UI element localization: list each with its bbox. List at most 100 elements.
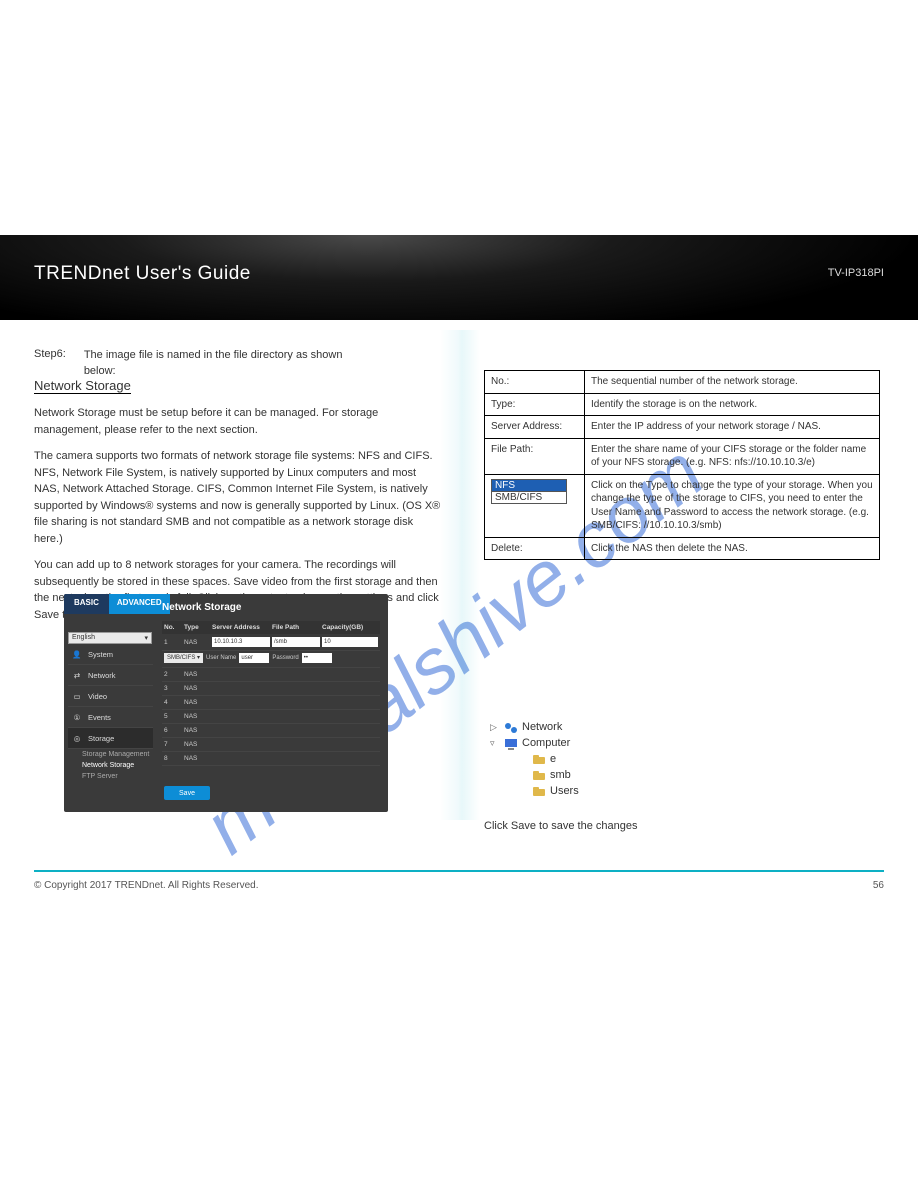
cell-type: NAS bbox=[184, 685, 210, 692]
sidebar-item-label: Video bbox=[88, 692, 107, 701]
password-label: Password bbox=[272, 655, 298, 661]
spec-value: Click on the Type to change the type of … bbox=[585, 474, 880, 537]
footer: © Copyright 2017 TRENDnet. All Rights Re… bbox=[34, 880, 884, 891]
cell-no: 3 bbox=[164, 685, 182, 692]
username-label: User Name bbox=[206, 655, 236, 661]
cell-type: NAS bbox=[184, 699, 210, 706]
section-heading: Network Storage bbox=[34, 378, 131, 394]
cell-type: NAS bbox=[184, 671, 210, 678]
spec-key: NFSSMB/CIFS bbox=[485, 474, 585, 537]
spec-value: Enter the share name of your CIFS storag… bbox=[585, 438, 880, 474]
server-address-input[interactable]: 10.10.10.3 bbox=[212, 637, 270, 647]
sidebar-item-network[interactable]: ⇄ Network bbox=[68, 665, 153, 686]
table-row[interactable]: 2NAS bbox=[162, 668, 380, 682]
spec-key: Type: bbox=[485, 393, 585, 416]
screenshot-content: Network Storage No. Type Server Address … bbox=[162, 602, 380, 766]
spec-row: File Path:Enter the share name of your C… bbox=[485, 438, 880, 474]
tree-drive-item[interactable]: Users bbox=[490, 784, 650, 800]
spec-value: Enter the IP address of your network sto… bbox=[585, 416, 880, 439]
th-path: File Path bbox=[272, 624, 320, 631]
spec-key: File Path: bbox=[485, 438, 585, 474]
click-save-text: Click Save to save the changes bbox=[484, 820, 637, 832]
tree-computer[interactable]: ▿ Computer bbox=[490, 736, 650, 752]
step-body: The image file is named in the file dire… bbox=[84, 348, 344, 380]
save-button[interactable]: Save bbox=[164, 786, 210, 800]
table-row[interactable]: 4NAS bbox=[162, 696, 380, 710]
drive-icon bbox=[532, 770, 546, 782]
table-row[interactable]: 7NAS bbox=[162, 738, 380, 752]
spec-row: No.:The sequential number of the network… bbox=[485, 371, 880, 394]
spec-key: No.: bbox=[485, 371, 585, 394]
cell-no: 1 bbox=[164, 639, 182, 646]
sidebar-item-system[interactable]: 👤 System bbox=[68, 644, 153, 665]
th-no: No. bbox=[164, 624, 182, 631]
username-input[interactable]: user bbox=[239, 653, 269, 663]
footer-page: 56 bbox=[873, 880, 884, 891]
network-icon bbox=[504, 722, 518, 734]
cell-no: 8 bbox=[164, 755, 182, 762]
left-p2: The camera supports two formats of netwo… bbox=[34, 448, 444, 547]
network-icon: ⇄ bbox=[72, 670, 82, 680]
sidebar-item-video[interactable]: ▭ Video bbox=[68, 686, 153, 707]
screenshot-network-storage: BASIC ADVANCED English ▾ 👤 System ⇄ Netw… bbox=[64, 594, 388, 812]
type-selector-illustration: NFSSMB/CIFS bbox=[491, 479, 567, 504]
tree-item-label: Users bbox=[550, 784, 579, 800]
type-nfs: NFS bbox=[492, 480, 566, 492]
table-row[interactable]: 6NAS bbox=[162, 724, 380, 738]
column-shade bbox=[440, 330, 480, 820]
language-value: English bbox=[72, 634, 95, 642]
tab-advanced[interactable]: ADVANCED bbox=[109, 594, 170, 614]
table-header: No. Type Server Address File Path Capaci… bbox=[162, 621, 380, 634]
table-row[interactable]: 1 NAS 10.10.10.3 /smb 10 bbox=[162, 634, 380, 651]
screenshot-heading: Network Storage bbox=[162, 602, 380, 613]
cell-type: NAS bbox=[184, 727, 210, 734]
step-label: Step6: bbox=[34, 348, 66, 360]
spec-key: Server Address: bbox=[485, 416, 585, 439]
tree-item-label: smb bbox=[550, 768, 571, 784]
tree-label: Computer bbox=[522, 736, 570, 752]
table-row[interactable]: 3NAS bbox=[162, 682, 380, 696]
tree-label: Network bbox=[522, 720, 562, 736]
spec-value: Identify the storage is on the network. bbox=[585, 393, 880, 416]
storage-icon: ◎ bbox=[72, 733, 82, 743]
cell-no: 6 bbox=[164, 727, 182, 734]
tree-arrow-icon: ▷ bbox=[490, 721, 500, 734]
sidebar-sub-storage-management[interactable]: Storage Management bbox=[68, 749, 153, 760]
sidebar-sub-ftp-server[interactable]: FTP Server bbox=[68, 771, 153, 782]
type-select[interactable]: SMB/CIFS ▾ bbox=[164, 653, 203, 663]
sidebar-item-storage[interactable]: ◎ Storage bbox=[68, 728, 153, 749]
sidebar-item-label: Storage bbox=[88, 734, 114, 743]
tree-network[interactable]: ▷ Network bbox=[490, 720, 650, 736]
tree-drive-item[interactable]: e bbox=[490, 752, 650, 768]
explorer-tree: ▷ Network ▿ Computer esmbUsers bbox=[490, 720, 650, 800]
tab-basic[interactable]: BASIC bbox=[64, 594, 109, 614]
alert-icon: ① bbox=[72, 712, 82, 722]
footer-copyright: © Copyright 2017 TRENDnet. All Rights Re… bbox=[34, 880, 259, 891]
drive-icon bbox=[532, 786, 546, 798]
banner-title: TRENDnet User's Guide bbox=[34, 263, 251, 285]
left-p1: Network Storage must be setup before it … bbox=[34, 405, 444, 438]
table-row[interactable]: 5NAS bbox=[162, 710, 380, 724]
type-smb: SMB/CIFS bbox=[492, 492, 566, 503]
table-row-credentials: SMB/CIFS ▾ User Name user Password •• bbox=[162, 651, 380, 668]
sidebar-sub-network-storage[interactable]: Network Storage bbox=[68, 760, 153, 771]
person-icon: 👤 bbox=[72, 649, 82, 659]
table-row[interactable]: 8NAS bbox=[162, 752, 380, 766]
drive-icon bbox=[532, 754, 546, 766]
cell-no: 5 bbox=[164, 713, 182, 720]
file-path-input[interactable]: /smb bbox=[272, 637, 320, 647]
capacity-input[interactable]: 10 bbox=[322, 637, 378, 647]
cell-no: 7 bbox=[164, 741, 182, 748]
cell-type: NAS bbox=[184, 639, 210, 646]
language-select[interactable]: English ▾ bbox=[68, 632, 152, 644]
computer-icon bbox=[504, 738, 518, 750]
password-input[interactable]: •• bbox=[302, 653, 332, 663]
cell-type: NAS bbox=[184, 713, 210, 720]
header-banner: TRENDnet User's Guide TV-IP318PI bbox=[0, 235, 918, 320]
spec-row: Server Address:Enter the IP address of y… bbox=[485, 416, 880, 439]
tree-drive-item[interactable]: smb bbox=[490, 768, 650, 784]
spec-value: Click the NAS then delete the NAS. bbox=[585, 537, 880, 560]
th-cap: Capacity(GB) bbox=[322, 624, 378, 631]
tree-item-label: e bbox=[550, 752, 556, 768]
sidebar-item-events[interactable]: ① Events bbox=[68, 707, 153, 728]
